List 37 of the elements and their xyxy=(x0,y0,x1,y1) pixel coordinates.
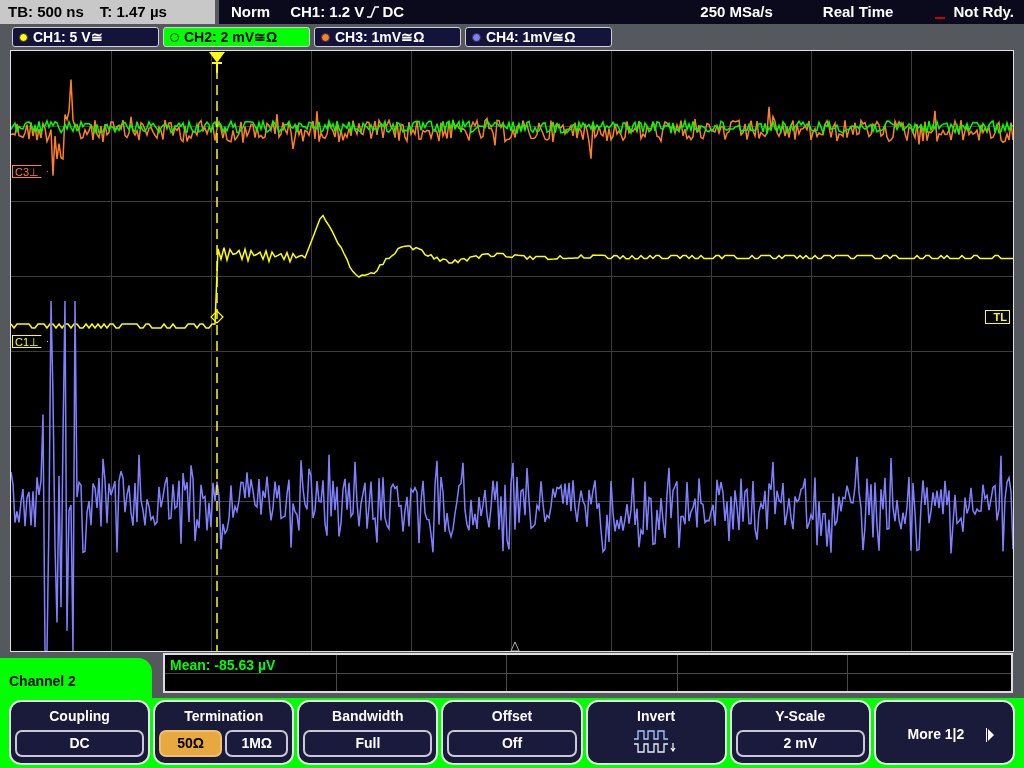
timebase-readout: TB: 500 ns xyxy=(8,1,84,22)
value-button[interactable]: DC xyxy=(15,730,145,757)
trigger-time-readout: T: 1.47 µs xyxy=(99,1,167,22)
status-indicator-icon xyxy=(935,17,946,19)
trigger-level-marker[interactable]: TL xyxy=(984,310,1010,324)
value-button[interactable]: Full xyxy=(303,730,433,757)
softkey-label: Termination xyxy=(184,707,264,726)
channel-tab[interactable]: CH1: 5 V≅ xyxy=(12,27,159,47)
channel-tab[interactable]: CH3: 1mV≅Ω xyxy=(314,27,461,47)
softkey-label: Bandwidth xyxy=(332,707,404,726)
next-page-icon xyxy=(986,727,996,742)
option-button[interactable]: 1MΩ xyxy=(225,730,289,757)
acquisition-state: Not Rdy. xyxy=(953,1,1014,22)
value-button[interactable]: 2 mV xyxy=(735,730,865,757)
trigger-point-icon xyxy=(210,310,224,324)
trigger-mode: Norm xyxy=(231,1,271,22)
channel-marker[interactable]: C1⊥ xyxy=(12,335,49,348)
time-reference-icon xyxy=(510,641,520,651)
more-label: More 1|2 xyxy=(907,725,965,744)
sample-rate: 250 MSa/s xyxy=(700,1,773,22)
acquisition-mode: Real Time xyxy=(822,1,894,22)
softkey-label: Y-Scale xyxy=(775,707,826,726)
option-button[interactable]: 50Ω xyxy=(159,730,223,757)
rising-edge-icon xyxy=(366,5,381,19)
mean-measurement: Mean: -85.63 µV xyxy=(170,656,276,675)
softkey-label: Coupling xyxy=(49,707,110,726)
channel-tab[interactable]: CH2: 2 mV≅Ω xyxy=(163,27,310,47)
softkey-label: Offset xyxy=(491,707,533,726)
menu-title: Channel 2 xyxy=(9,671,76,691)
trigger-marker-icon[interactable] xyxy=(210,52,225,74)
channel-marker[interactable]: C3⊥ xyxy=(12,165,49,178)
channel-tab[interactable]: CH4: 1mV≅Ω xyxy=(465,27,612,47)
trigger-coupling: DC xyxy=(382,1,405,22)
trigger-level: CH1: 1.2 V xyxy=(290,1,365,22)
more-button[interactable]: More 1|2 xyxy=(873,700,1015,765)
softkey-label: Invert xyxy=(637,707,676,726)
value-button[interactable]: Off xyxy=(447,730,577,757)
